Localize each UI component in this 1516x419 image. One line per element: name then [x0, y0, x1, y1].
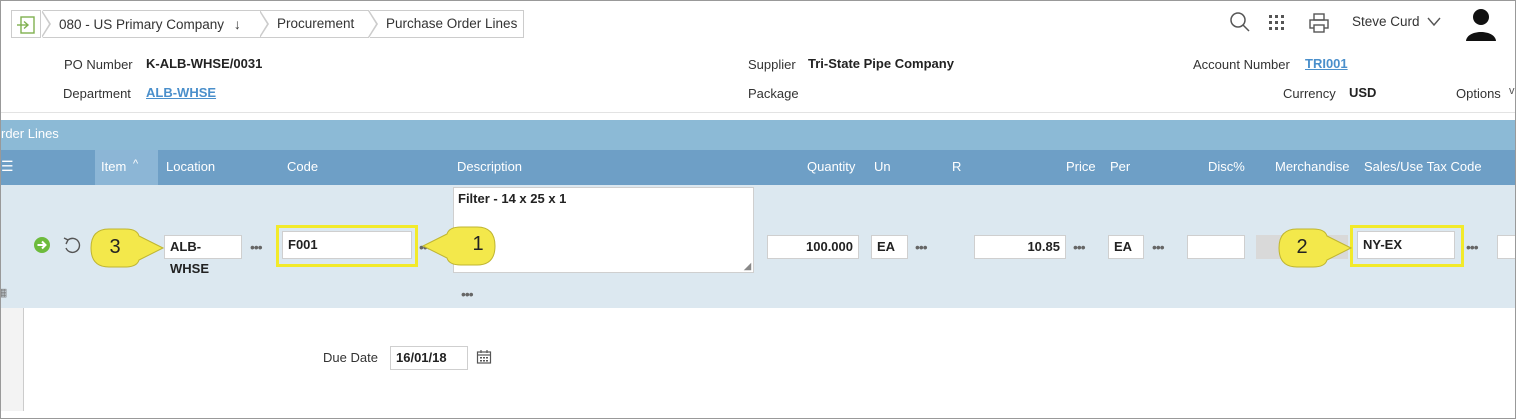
department-link[interactable]: ALB-WHSE	[146, 85, 216, 100]
department-label: Department	[63, 86, 131, 101]
breadcrumb-page[interactable]: Purchase Order Lines	[368, 10, 524, 38]
line-detail-panel: Due Date 16/01/18	[23, 308, 1515, 411]
exit-icon	[17, 16, 35, 34]
column-per[interactable]: Per	[1110, 159, 1130, 174]
description-field[interactable]: Filter - 14 x 25 x 1 ◢	[453, 187, 754, 273]
left-gutter: ▦	[1, 287, 23, 411]
due-date-label: Due Date	[323, 350, 378, 365]
description-text: Filter - 14 x 25 x 1	[458, 191, 567, 206]
calendar-icon[interactable]	[476, 349, 492, 365]
options-menu[interactable]: Options	[1456, 86, 1501, 101]
location-field[interactable]: ALB-WHSE	[164, 235, 242, 276]
breadcrumb-company[interactable]: 080 - US Primary Company ↓	[41, 10, 261, 38]
menu-icon[interactable]: ☰	[1, 158, 14, 175]
tax-code-highlight-box	[1350, 225, 1464, 267]
column-disc[interactable]: Disc%	[1208, 159, 1245, 174]
quantity-field[interactable]: 100.000	[767, 235, 859, 259]
code-highlight-box	[276, 225, 418, 267]
description-lookup-button[interactable]: •••	[461, 287, 474, 301]
supplier-value: Tri-State Pipe Company	[808, 56, 954, 71]
unit-lookup-button[interactable]: •••	[915, 240, 928, 254]
grid-header: ☰ Item ^ Location Code Description Quant…	[1, 150, 1515, 185]
po-number-value: K-ALB-WHSE/0031	[146, 56, 263, 71]
callout-2	[1278, 228, 1353, 268]
section-title: rder Lines	[1, 126, 59, 141]
currency-label: Currency	[1283, 86, 1336, 101]
next-column-field[interactable]	[1497, 235, 1515, 259]
resize-handle-icon[interactable]: ◢	[744, 261, 751, 272]
column-price[interactable]: Price	[1066, 159, 1096, 174]
options-chevron-icon[interactable]: v	[1509, 85, 1515, 97]
discount-field[interactable]	[1187, 235, 1245, 259]
item-column-header[interactable]: Item ^	[95, 150, 158, 185]
callout-1-number: 1	[472, 233, 484, 255]
column-item: Item	[101, 159, 127, 174]
callout-3	[90, 228, 165, 268]
user-name[interactable]: Steve Curd	[1352, 14, 1420, 29]
breadcrumb-page-label: Purchase Order Lines	[386, 16, 518, 31]
calendar-edge-icon: ▦	[1, 286, 7, 299]
sort-asc-icon: ^	[133, 158, 139, 170]
price-lookup-button[interactable]: •••	[1073, 240, 1086, 254]
search-icon[interactable]	[1229, 11, 1251, 33]
apps-grid-icon[interactable]	[1268, 14, 1286, 32]
column-description[interactable]: Description	[457, 159, 522, 174]
due-date-field[interactable]: 16/01/18	[390, 346, 468, 370]
column-merchandise[interactable]: Merchandise	[1275, 159, 1349, 174]
column-tax-code[interactable]: Sales/Use Tax Code	[1364, 159, 1482, 174]
location-lookup-button[interactable]: •••	[250, 240, 263, 254]
price-field[interactable]: 10.85	[974, 235, 1066, 259]
account-number-label: Account Number	[1193, 57, 1290, 72]
go-arrow-icon[interactable]	[33, 236, 51, 254]
undo-icon[interactable]	[61, 235, 83, 255]
column-location[interactable]: Location	[166, 159, 215, 174]
callout-2-number: 2	[1296, 236, 1308, 258]
top-bar: 080 - US Primary Company ↓ Procurement P…	[1, 1, 1515, 45]
column-code[interactable]: Code	[287, 159, 318, 174]
column-r[interactable]: R	[952, 159, 961, 174]
chevron-down-icon: ↓	[233, 16, 241, 32]
tax-code-lookup-button[interactable]: •••	[1466, 240, 1479, 254]
order-lines-section-bar: rder Lines	[1, 120, 1515, 150]
breadcrumb-module-label: Procurement	[277, 16, 355, 31]
print-icon[interactable]	[1308, 12, 1330, 34]
avatar[interactable]	[1463, 5, 1499, 41]
po-number-label: PO Number	[64, 57, 133, 72]
callout-3-number: 3	[109, 236, 121, 258]
package-label: Package	[748, 86, 799, 101]
application-frame: 080 - US Primary Company ↓ Procurement P…	[0, 0, 1516, 419]
breadcrumb-module[interactable]: Procurement	[259, 10, 369, 38]
per-field[interactable]: EA	[1108, 235, 1144, 259]
column-quantity[interactable]: Quantity	[807, 159, 855, 174]
exit-button[interactable]	[11, 10, 41, 38]
per-lookup-button[interactable]: •••	[1152, 240, 1165, 254]
account-number-link[interactable]: TRI001	[1305, 56, 1348, 71]
chevron-down-icon[interactable]	[1427, 16, 1441, 28]
header-divider	[1, 112, 1515, 113]
supplier-label: Supplier	[748, 57, 796, 72]
column-un[interactable]: Un	[874, 159, 891, 174]
breadcrumb-company-label: 080 - US Primary Company	[59, 17, 225, 32]
unit-field[interactable]: EA	[871, 235, 908, 259]
currency-value: USD	[1349, 85, 1377, 100]
